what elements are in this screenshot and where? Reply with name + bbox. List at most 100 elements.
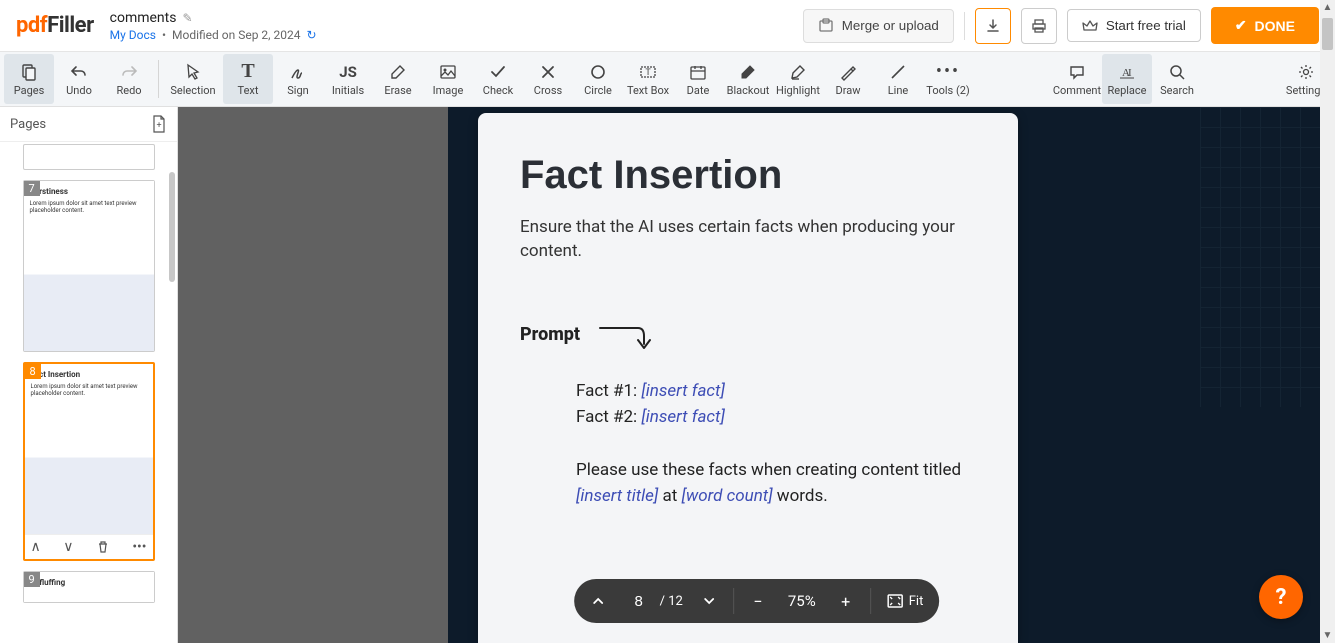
modified-text: Modified on Sep 2, 2024 bbox=[172, 28, 300, 42]
scroll-up-icon[interactable]: ▲ bbox=[1320, 0, 1335, 15]
sign-icon bbox=[289, 62, 307, 82]
text-icon: T bbox=[241, 62, 254, 82]
thumb-partial[interactable] bbox=[23, 144, 155, 170]
thumb-down-button[interactable]: ∨ bbox=[63, 539, 73, 555]
add-page-icon[interactable]: + bbox=[151, 115, 167, 133]
scroll-down-icon[interactable]: ▼ bbox=[1320, 628, 1335, 643]
upload-icon bbox=[818, 18, 834, 34]
app-header: pdfFiller comments ✎ My Docs • Modified … bbox=[0, 0, 1335, 52]
next-page-button[interactable] bbox=[691, 583, 727, 619]
done-label: DONE bbox=[1255, 18, 1295, 34]
tool-cross[interactable]: Cross bbox=[523, 54, 573, 104]
logo[interactable]: pdfFiller bbox=[16, 13, 94, 38]
scroll-handle[interactable] bbox=[1322, 18, 1333, 50]
fact2-label: Fact #2: bbox=[576, 407, 641, 427]
zoom-in-button[interactable]: + bbox=[828, 583, 864, 619]
thumb-up-button[interactable]: ∧ bbox=[31, 539, 41, 555]
tool-date[interactable]: Date bbox=[673, 54, 723, 104]
tool-replace[interactable]: AIReplace bbox=[1102, 54, 1152, 104]
tool-tools[interactable]: •••Tools (2) bbox=[923, 54, 973, 104]
doc-title: comments bbox=[110, 10, 177, 26]
thumb-more-button[interactable]: ••• bbox=[132, 539, 146, 555]
tool-search[interactable]: Search bbox=[1152, 54, 1202, 104]
tool-separator bbox=[158, 60, 159, 98]
separator bbox=[964, 12, 965, 40]
toolbar: PagesUndo Redo Selection T Text Sign JSInitial… bbox=[0, 52, 1335, 107]
tool-label: Date bbox=[687, 84, 710, 97]
tool-sign[interactable]: Sign bbox=[273, 54, 323, 104]
done-button[interactable]: ✔ DONE bbox=[1211, 7, 1319, 44]
tool-undo[interactable]: Undo bbox=[54, 54, 104, 104]
arrow-annotation-icon bbox=[598, 324, 658, 354]
tool-check[interactable]: Check bbox=[473, 54, 523, 104]
tool-comment[interactable]: Comment bbox=[1052, 54, 1102, 104]
help-button[interactable]: ? bbox=[1259, 575, 1303, 619]
prev-page-button[interactable] bbox=[580, 583, 616, 619]
tool-image[interactable]: Image bbox=[423, 54, 473, 104]
tools-icon: ••• bbox=[936, 62, 960, 82]
download-button[interactable] bbox=[975, 8, 1011, 44]
insert-title-placeholder: [insert title] bbox=[576, 486, 658, 506]
date-icon bbox=[689, 62, 707, 82]
thumb-page-7[interactable]: 7BurstinessLorem ipsum dolor sit amet te… bbox=[23, 180, 155, 352]
svg-text:T: T bbox=[645, 68, 651, 78]
tool-textbox[interactable]: TText Box bbox=[623, 54, 673, 104]
tool-label: Text bbox=[238, 84, 259, 97]
tool-draw[interactable]: Draw bbox=[823, 54, 873, 104]
redo-icon bbox=[120, 62, 138, 82]
thumb-page-8[interactable]: 8Fact InsertionLorem ipsum dolor sit ame… bbox=[23, 362, 155, 561]
my-docs-link[interactable]: My Docs bbox=[110, 28, 156, 42]
tool-redo[interactable]: Redo bbox=[104, 54, 154, 104]
pages-sidebar: Pages + 7BurstinessLorem ipsum dolor sit… bbox=[0, 107, 178, 643]
comment-icon bbox=[1068, 62, 1086, 82]
zoom-out-button[interactable]: − bbox=[740, 583, 776, 619]
window-scrollbar[interactable]: ▲ ▼ bbox=[1320, 0, 1335, 643]
zoom-level: 75% bbox=[780, 592, 824, 610]
thumbnails[interactable]: 7BurstinessLorem ipsum dolor sit amet te… bbox=[0, 142, 177, 643]
history-icon[interactable]: ↻ bbox=[307, 28, 317, 42]
fit-label: Fit bbox=[909, 594, 924, 609]
tool-circle[interactable]: Circle bbox=[573, 54, 623, 104]
tool-label: Blackout bbox=[727, 84, 770, 97]
canvas: Fact Insertion Ensure that the AI uses c… bbox=[178, 107, 1335, 643]
undo-icon bbox=[70, 62, 88, 82]
page-input[interactable] bbox=[624, 593, 654, 610]
instruction-line: Please use these facts when creating con… bbox=[576, 457, 976, 510]
tool-label: Sign bbox=[287, 84, 308, 97]
instr-c: words. bbox=[773, 486, 828, 506]
document-page[interactable]: Fact Insertion Ensure that the AI uses c… bbox=[478, 113, 1018, 643]
tool-selection[interactable]: Selection bbox=[163, 54, 223, 104]
print-button[interactable] bbox=[1021, 8, 1057, 44]
tool-label: Search bbox=[1160, 84, 1194, 97]
line-icon bbox=[889, 62, 907, 82]
tool-label: Check bbox=[483, 84, 513, 97]
start-trial-button[interactable]: Start free trial bbox=[1067, 9, 1201, 42]
thumbs-scrollbar[interactable] bbox=[167, 142, 177, 643]
thumb-page-9[interactable]: 9Unfluffing bbox=[23, 571, 155, 603]
tool-initials[interactable]: JSInitials bbox=[323, 54, 373, 104]
thumb-preview: Fact InsertionLorem ipsum dolor sit amet… bbox=[25, 364, 153, 534]
tool-label: Redo bbox=[116, 84, 141, 97]
thumb-controls: ∧ ∨ ••• bbox=[25, 534, 153, 559]
page-subtitle: Ensure that the AI uses certain facts wh… bbox=[520, 216, 960, 264]
fact-2: Fact #2: [insert fact] bbox=[576, 404, 976, 430]
tool-label: Circle bbox=[584, 84, 612, 97]
tool-highlight[interactable]: Highlight bbox=[773, 54, 823, 104]
erase-icon bbox=[389, 62, 407, 82]
fact-1: Fact #1: [insert fact] bbox=[576, 378, 976, 404]
tool-label: Line bbox=[888, 84, 909, 97]
main-area: Pages + 7BurstinessLorem ipsum dolor sit… bbox=[0, 107, 1335, 643]
merge-upload-button[interactable]: Merge or upload bbox=[803, 9, 954, 43]
tool-erase[interactable]: Erase bbox=[373, 54, 423, 104]
check-icon bbox=[489, 62, 507, 82]
tool-pages[interactable]: Pages bbox=[4, 54, 54, 104]
page-title: Fact Insertion bbox=[520, 153, 976, 198]
edit-title-icon[interactable]: ✎ bbox=[182, 11, 192, 25]
tool-text[interactable]: T Text bbox=[223, 54, 273, 104]
doc-subtitle: My Docs • Modified on Sep 2, 2024 ↻ bbox=[110, 28, 317, 42]
fit-button[interactable]: Fit bbox=[877, 594, 934, 609]
tool-blackout[interactable]: Blackout bbox=[723, 54, 773, 104]
thumb-delete-button[interactable] bbox=[96, 540, 110, 554]
tool-line[interactable]: Line bbox=[873, 54, 923, 104]
cross-icon bbox=[539, 62, 557, 82]
